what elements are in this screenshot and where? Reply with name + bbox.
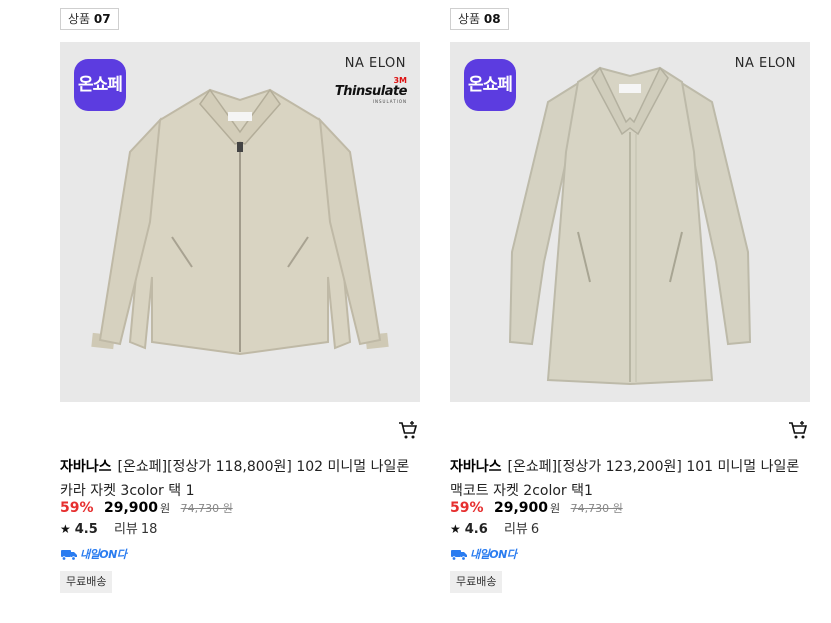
rank-number: 07 (93, 12, 111, 26)
product-name[interactable]: [온쇼페][정상가 123,200원] 101 미니멀 나일론 맥코트 자켓 2… (450, 459, 799, 499)
insulation-sub: INSULATION (372, 99, 407, 104)
truck-icon (61, 550, 77, 561)
rating-row: ★ 4.6 리뷰 6 (450, 520, 539, 539)
sale-price: 29,900 (103, 500, 158, 516)
brand-watermark: NA ELON (344, 56, 406, 71)
thinsulate-logo: 3M Thinsulate INSULATION (334, 76, 408, 104)
rank-tag: 상품 08 (450, 8, 509, 30)
free-shipping-tag: 무료배송 (450, 571, 503, 593)
currency: 원 (160, 502, 171, 515)
rank-tag: 상품 07 (60, 8, 119, 30)
product-title[interactable]: 자바나스 [온쇼페][정상가 118,800원] 102 미니멀 나일론 카라 자… (60, 455, 425, 503)
price-row: 59% 29,900 원 74,730 원 (60, 498, 233, 519)
sale-price: 29,900 (493, 500, 548, 516)
star-icon: ★ (450, 522, 461, 536)
product-image[interactable]: 온쇼페 NA ELON 3M Thinsulate INSULATION (60, 42, 420, 402)
product-image[interactable]: 온쇼페 NA ELON (450, 42, 810, 402)
add-to-cart-button[interactable] (398, 420, 420, 442)
review-label: 리뷰 (503, 522, 528, 537)
rating-row: ★ 4.5 리뷰 18 (60, 520, 157, 539)
rank-label: 상품 (68, 12, 91, 26)
onshope-badge: 온쇼페 (464, 59, 516, 111)
product-title[interactable]: 자바나스 [온쇼페][정상가 123,200원] 101 미니멀 나일론 맥코트 … (450, 455, 815, 503)
insulation-name: Thinsulate (334, 84, 408, 99)
rank-label: 상품 (458, 12, 481, 26)
cart-icon (789, 421, 808, 439)
original-price: 74,730 원 (180, 502, 233, 515)
price-row: 59% 29,900 원 74,730 원 (450, 498, 623, 519)
product-brand[interactable]: 자바나스 (450, 459, 502, 475)
onshope-badge: 온쇼페 (74, 59, 126, 111)
discount-rate: 59% (450, 500, 484, 516)
delivery-text: 내일ON다 (80, 548, 127, 561)
currency: 원 (550, 502, 561, 515)
review-count: 18 (140, 522, 158, 537)
discount-rate: 59% (60, 500, 94, 516)
brand-watermark: NA ELON (734, 56, 796, 71)
free-shipping-tag: 무료배송 (60, 571, 113, 593)
original-price: 74,730 원 (570, 502, 623, 515)
delivery-badge: 내일ON다 (60, 546, 127, 562)
product-name[interactable]: [온쇼페][정상가 118,800원] 102 미니멀 나일론 카라 자켓 3c… (60, 459, 409, 499)
rank-number: 08 (483, 12, 501, 26)
star-icon: ★ (60, 522, 71, 536)
delivery-badge: 내일ON다 (450, 546, 517, 562)
rating-score: 4.6 (464, 522, 488, 537)
truck-icon (451, 550, 467, 561)
add-to-cart-button[interactable] (788, 420, 810, 442)
review-count: 6 (530, 522, 540, 537)
delivery-text: 내일ON다 (470, 548, 517, 561)
cart-icon (399, 421, 418, 439)
review-label: 리뷰 (113, 522, 138, 537)
product-brand[interactable]: 자바나스 (60, 459, 112, 475)
rating-score: 4.5 (74, 522, 98, 537)
